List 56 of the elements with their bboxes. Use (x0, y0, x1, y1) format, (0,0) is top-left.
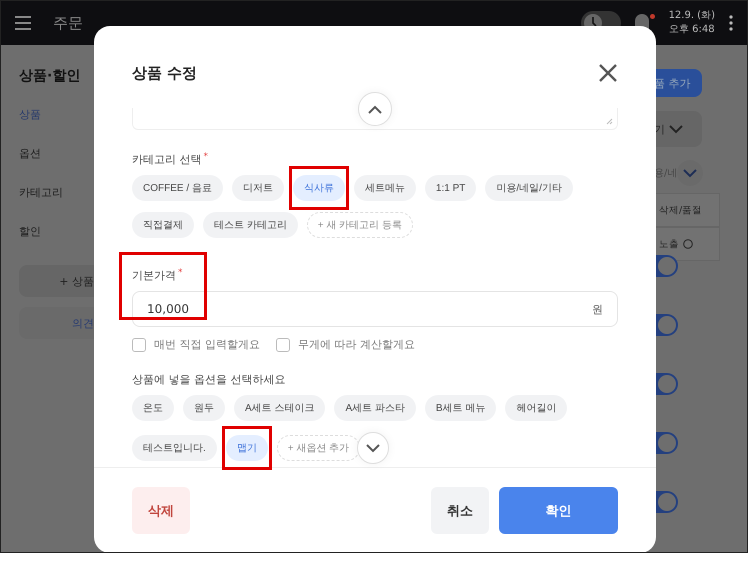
cancel-button[interactable]: 취소 (431, 487, 489, 534)
add-chip[interactable]: + 새 카테고리 등록 (306, 212, 413, 238)
currency-unit: 원 (592, 302, 603, 316)
resize-grip-icon (606, 118, 613, 125)
column-header: 노출 (654, 227, 720, 261)
menu-icon[interactable] (15, 16, 31, 30)
checkbox[interactable] (276, 338, 290, 352)
price-field[interactable]: 10,000 원 (132, 291, 618, 327)
field-label: 카테고리 선택 (132, 152, 202, 167)
toggle-switch[interactable] (654, 373, 678, 395)
chip[interactable]: 헤어길이 (505, 395, 568, 421)
more-icon[interactable] (729, 15, 733, 31)
chip[interactable]: 디저트 (232, 175, 284, 201)
confirm-button[interactable]: 확인 (499, 487, 618, 534)
chip[interactable]: 식사류 (292, 175, 345, 201)
chip[interactable]: A세트 스테이크 (234, 395, 326, 421)
close-icon[interactable] (598, 63, 618, 83)
column-header: 삭제/품절 (654, 193, 720, 227)
chevron-down-icon (366, 444, 380, 452)
chip[interactable]: 직접결제 (132, 212, 194, 238)
field-label: 상품에 넣을 옵션을 선택하세요 (132, 372, 286, 387)
delete-button[interactable]: 삭제 (132, 487, 190, 534)
chip[interactable]: B세트 메뉴 (424, 395, 496, 421)
field-label: 기본가격 (132, 268, 176, 283)
dialog-title: 상품 수정 (132, 64, 198, 82)
chip[interactable]: 미용/네일/기타 (485, 175, 573, 201)
help-icon (683, 239, 693, 249)
nav-item[interactable]: 주문 (53, 14, 83, 32)
date-text: 12.9. (화) (668, 9, 715, 23)
sidebar-title: 상품·할인 (19, 67, 82, 85)
toggle-switch[interactable] (654, 432, 678, 454)
chip[interactable]: COFFEE / 음료 (132, 175, 223, 201)
checkbox-label: 매번 직접 입력할게요 (154, 337, 260, 352)
required-mark: * (204, 152, 208, 164)
chip[interactable]: 테스트 카테고리 (203, 212, 298, 238)
chip[interactable]: 온도 (132, 395, 174, 421)
expand-button[interactable] (357, 432, 390, 464)
collapse-button[interactable] (358, 92, 392, 126)
checkbox[interactable] (132, 338, 146, 352)
chevron-icon (683, 168, 698, 178)
chip[interactable]: 세트메뉴 (354, 175, 416, 201)
chip[interactable]: 맵기 (226, 435, 268, 461)
chevron-icon (669, 124, 683, 134)
add-chip[interactable]: + 새옵션 추가 (276, 435, 360, 461)
toggle-switch[interactable] (654, 314, 678, 336)
chip[interactable]: 원두 (183, 395, 225, 421)
dropdown-button[interactable] (677, 160, 704, 186)
required-mark: * (178, 268, 182, 280)
toggle-switch[interactable] (654, 491, 678, 513)
checkbox-label: 무게에 따라 계산할게요 (298, 337, 415, 352)
chevron-up-icon (368, 104, 382, 114)
price-value: 10,000 (147, 302, 189, 316)
time-text: 오후 6:48 (668, 23, 715, 37)
chip[interactable]: A세트 파스타 (334, 395, 416, 421)
chip[interactable]: 1:1 PT (424, 175, 476, 201)
chip[interactable]: 테스트입니다. (132, 435, 217, 461)
